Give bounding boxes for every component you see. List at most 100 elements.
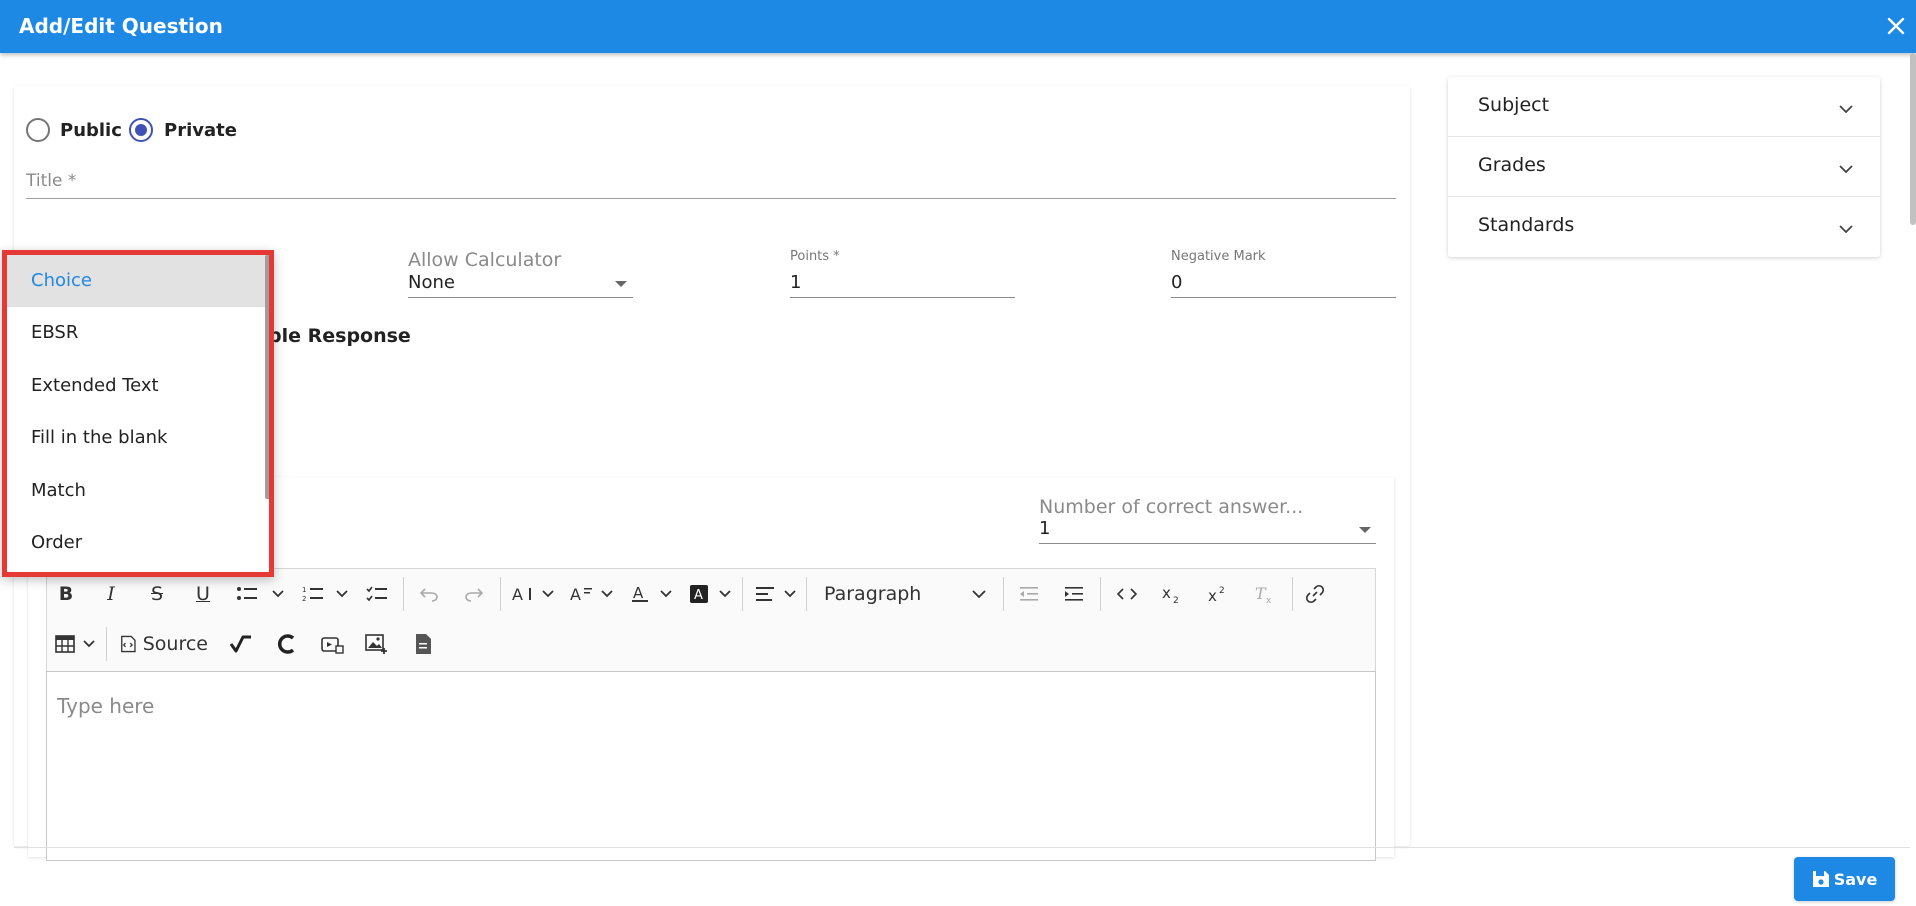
public-radio[interactable]	[26, 118, 50, 142]
save-button-label: Save	[1833, 869, 1878, 889]
negative-mark-underline	[1171, 297, 1396, 298]
menu-item-order[interactable]: Order	[7, 517, 269, 569]
svg-text:2: 2	[302, 595, 306, 603]
svg-text:x: x	[1266, 596, 1272, 604]
negative-mark-label: Negative Mark	[1171, 249, 1266, 264]
svg-text:x: x	[1208, 587, 1217, 604]
allow-calculator-underline	[408, 297, 633, 298]
document-icon[interactable]	[409, 627, 437, 661]
svg-text:2: 2	[1219, 586, 1225, 596]
chevron-down-icon[interactable]	[1838, 221, 1854, 237]
menu-item-fill-in-the-blank[interactable]: Fill in the blank	[7, 412, 269, 464]
underline-icon[interactable]: U	[189, 577, 217, 611]
subscript-icon[interactable]: x2	[1158, 577, 1186, 611]
superscript-icon[interactable]: x2	[1204, 577, 1232, 611]
chemistry-icon[interactable]	[273, 627, 301, 661]
correct-answers-caret-icon[interactable]	[1359, 527, 1371, 533]
negative-mark-input[interactable]: 0	[1171, 272, 1182, 293]
save-button[interactable]: Save	[1794, 857, 1895, 901]
correct-answers-label: Number of correct answer...	[1039, 496, 1304, 518]
math-equation-icon[interactable]	[227, 627, 255, 661]
font-color-icon[interactable]: A	[626, 577, 654, 611]
numbered-list-chevron-down-icon[interactable]	[334, 577, 350, 611]
align-chevron-down-icon[interactable]	[782, 577, 798, 611]
correct-answers-select[interactable]: 1	[1039, 518, 1050, 539]
subject-accordion[interactable]: Subject	[1448, 77, 1880, 137]
chevron-down-icon[interactable]	[1838, 101, 1854, 117]
dialog-title: Add/Edit Question	[19, 14, 223, 38]
paragraph-format-select[interactable]: Paragraph	[816, 577, 996, 611]
standards-accordion[interactable]: Standards	[1448, 197, 1880, 257]
close-icon[interactable]	[1883, 13, 1909, 39]
question-type-dropdown-menu: Choice EBSR Extended Text Fill in the bl…	[2, 250, 274, 577]
toolbar-separator	[1292, 577, 1293, 611]
chevron-down-icon[interactable]	[1838, 161, 1854, 177]
allow-calculator-label: Allow Calculator	[408, 249, 562, 271]
correct-answers-underline	[1039, 543, 1376, 544]
title-input[interactable]: Title *	[26, 171, 76, 191]
private-radio[interactable]	[129, 118, 153, 142]
bulleted-list-chevron-down-icon[interactable]	[270, 577, 286, 611]
points-underline	[790, 297, 1015, 298]
font-size-chevron-down-icon[interactable]	[540, 577, 556, 611]
page-scrollbar[interactable]	[1910, 53, 1916, 899]
insert-image-icon[interactable]	[363, 627, 391, 661]
allow-calculator-caret-icon[interactable]	[615, 281, 627, 287]
toolbar-separator	[1003, 577, 1004, 611]
italic-icon[interactable]: I	[97, 577, 125, 611]
strikethrough-icon[interactable]: S	[143, 577, 171, 611]
background-color-icon[interactable]: A	[685, 577, 713, 611]
private-radio-label[interactable]: Private	[164, 120, 237, 141]
menu-item-ebsr[interactable]: EBSR	[7, 307, 269, 359]
svg-text:A: A	[512, 585, 523, 603]
dialog-header: Add/Edit Question	[0, 0, 1916, 53]
toolbar-separator	[106, 627, 107, 661]
subject-label: Subject	[1478, 94, 1550, 116]
todo-list-icon[interactable]	[363, 577, 391, 611]
numbered-list-icon[interactable]: 12	[299, 577, 327, 611]
page-scrollbar-thumb[interactable]	[1910, 53, 1916, 225]
response-type-label: ple Response	[268, 325, 411, 347]
insert-media-icon[interactable]	[318, 627, 346, 661]
source-button[interactable]: Source	[118, 627, 208, 661]
svg-text:A: A	[633, 584, 644, 602]
font-color-chevron-down-icon[interactable]	[658, 577, 674, 611]
code-icon[interactable]	[1113, 577, 1141, 611]
grades-label: Grades	[1478, 154, 1546, 176]
menu-item-extended-text[interactable]: Extended Text	[7, 360, 269, 412]
font-size-icon[interactable]: A	[510, 577, 538, 611]
source-icon	[121, 635, 136, 653]
question-editor-content[interactable]: Type here	[46, 671, 1376, 861]
paragraph-chevron-down-icon[interactable]	[970, 577, 988, 611]
table-chevron-down-icon[interactable]	[81, 627, 97, 661]
toolbar-separator	[806, 577, 807, 611]
align-left-icon[interactable]	[751, 577, 779, 611]
svg-text:A: A	[694, 588, 703, 603]
link-icon[interactable]	[1301, 577, 1329, 611]
toolbar-separator	[1100, 577, 1101, 611]
svg-text:A: A	[570, 585, 581, 603]
dropdown-scrollbar[interactable]	[265, 255, 269, 499]
bold-icon[interactable]: B	[52, 577, 80, 611]
toolbar-separator	[742, 577, 743, 611]
points-input[interactable]: 1	[790, 272, 801, 293]
font-family-icon[interactable]: A	[568, 577, 596, 611]
standards-label: Standards	[1478, 214, 1575, 236]
public-radio-label[interactable]: Public	[60, 120, 122, 141]
table-icon[interactable]	[52, 627, 78, 661]
menu-item-choice[interactable]: Choice	[7, 255, 269, 307]
allow-calculator-select[interactable]: None	[408, 272, 455, 293]
undo-icon[interactable]	[415, 577, 443, 611]
font-family-chevron-down-icon[interactable]	[599, 577, 615, 611]
outdent-icon[interactable]	[1015, 577, 1043, 611]
points-label: Points *	[790, 249, 840, 264]
bulleted-list-icon[interactable]	[233, 577, 261, 611]
indent-icon[interactable]	[1060, 577, 1088, 611]
redo-icon[interactable]	[460, 577, 488, 611]
svg-text:2: 2	[1173, 596, 1179, 604]
menu-item-match[interactable]: Match	[7, 465, 269, 517]
footer-divider	[14, 847, 1910, 848]
background-color-chevron-down-icon[interactable]	[717, 577, 733, 611]
remove-format-icon[interactable]: Tx	[1250, 577, 1278, 611]
grades-accordion[interactable]: Grades	[1448, 137, 1880, 197]
